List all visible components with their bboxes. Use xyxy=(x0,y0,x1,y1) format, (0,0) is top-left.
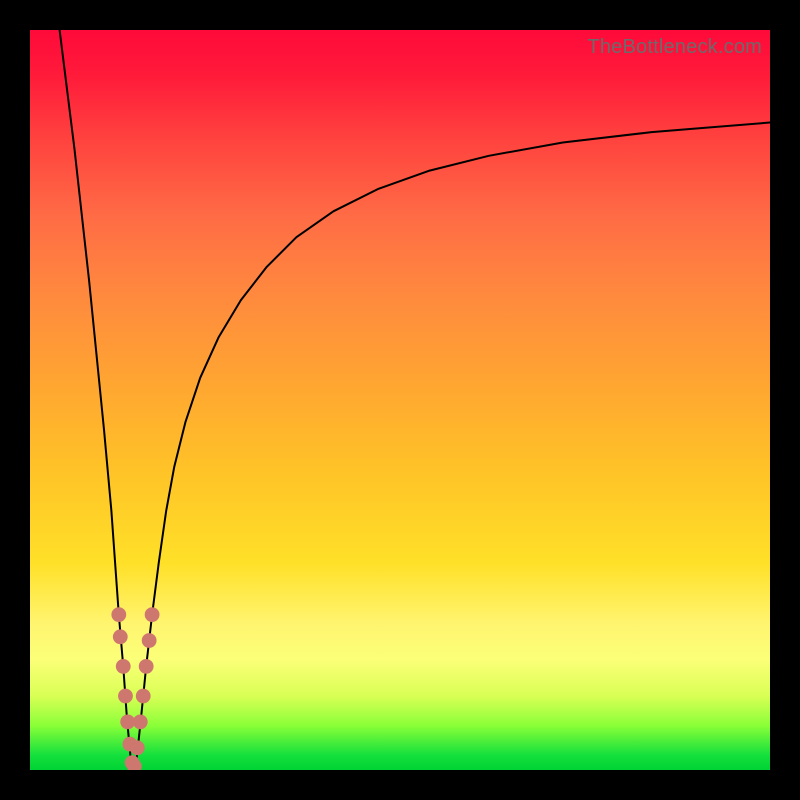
marker-point xyxy=(142,633,157,648)
plot-area: TheBottleneck.com xyxy=(30,30,770,770)
marker-point xyxy=(113,629,128,644)
marker-group xyxy=(111,607,159,770)
chart-frame: TheBottleneck.com xyxy=(0,0,800,800)
marker-point xyxy=(130,740,145,755)
marker-point xyxy=(111,607,126,622)
curve-left-branch xyxy=(60,30,132,766)
curve-right-branch xyxy=(136,123,770,767)
marker-point xyxy=(145,607,160,622)
marker-point xyxy=(139,659,154,674)
curve-layer xyxy=(30,30,770,770)
marker-point xyxy=(120,715,135,730)
marker-point xyxy=(133,715,148,730)
marker-point xyxy=(116,659,131,674)
marker-point xyxy=(118,689,133,704)
marker-point xyxy=(136,689,151,704)
